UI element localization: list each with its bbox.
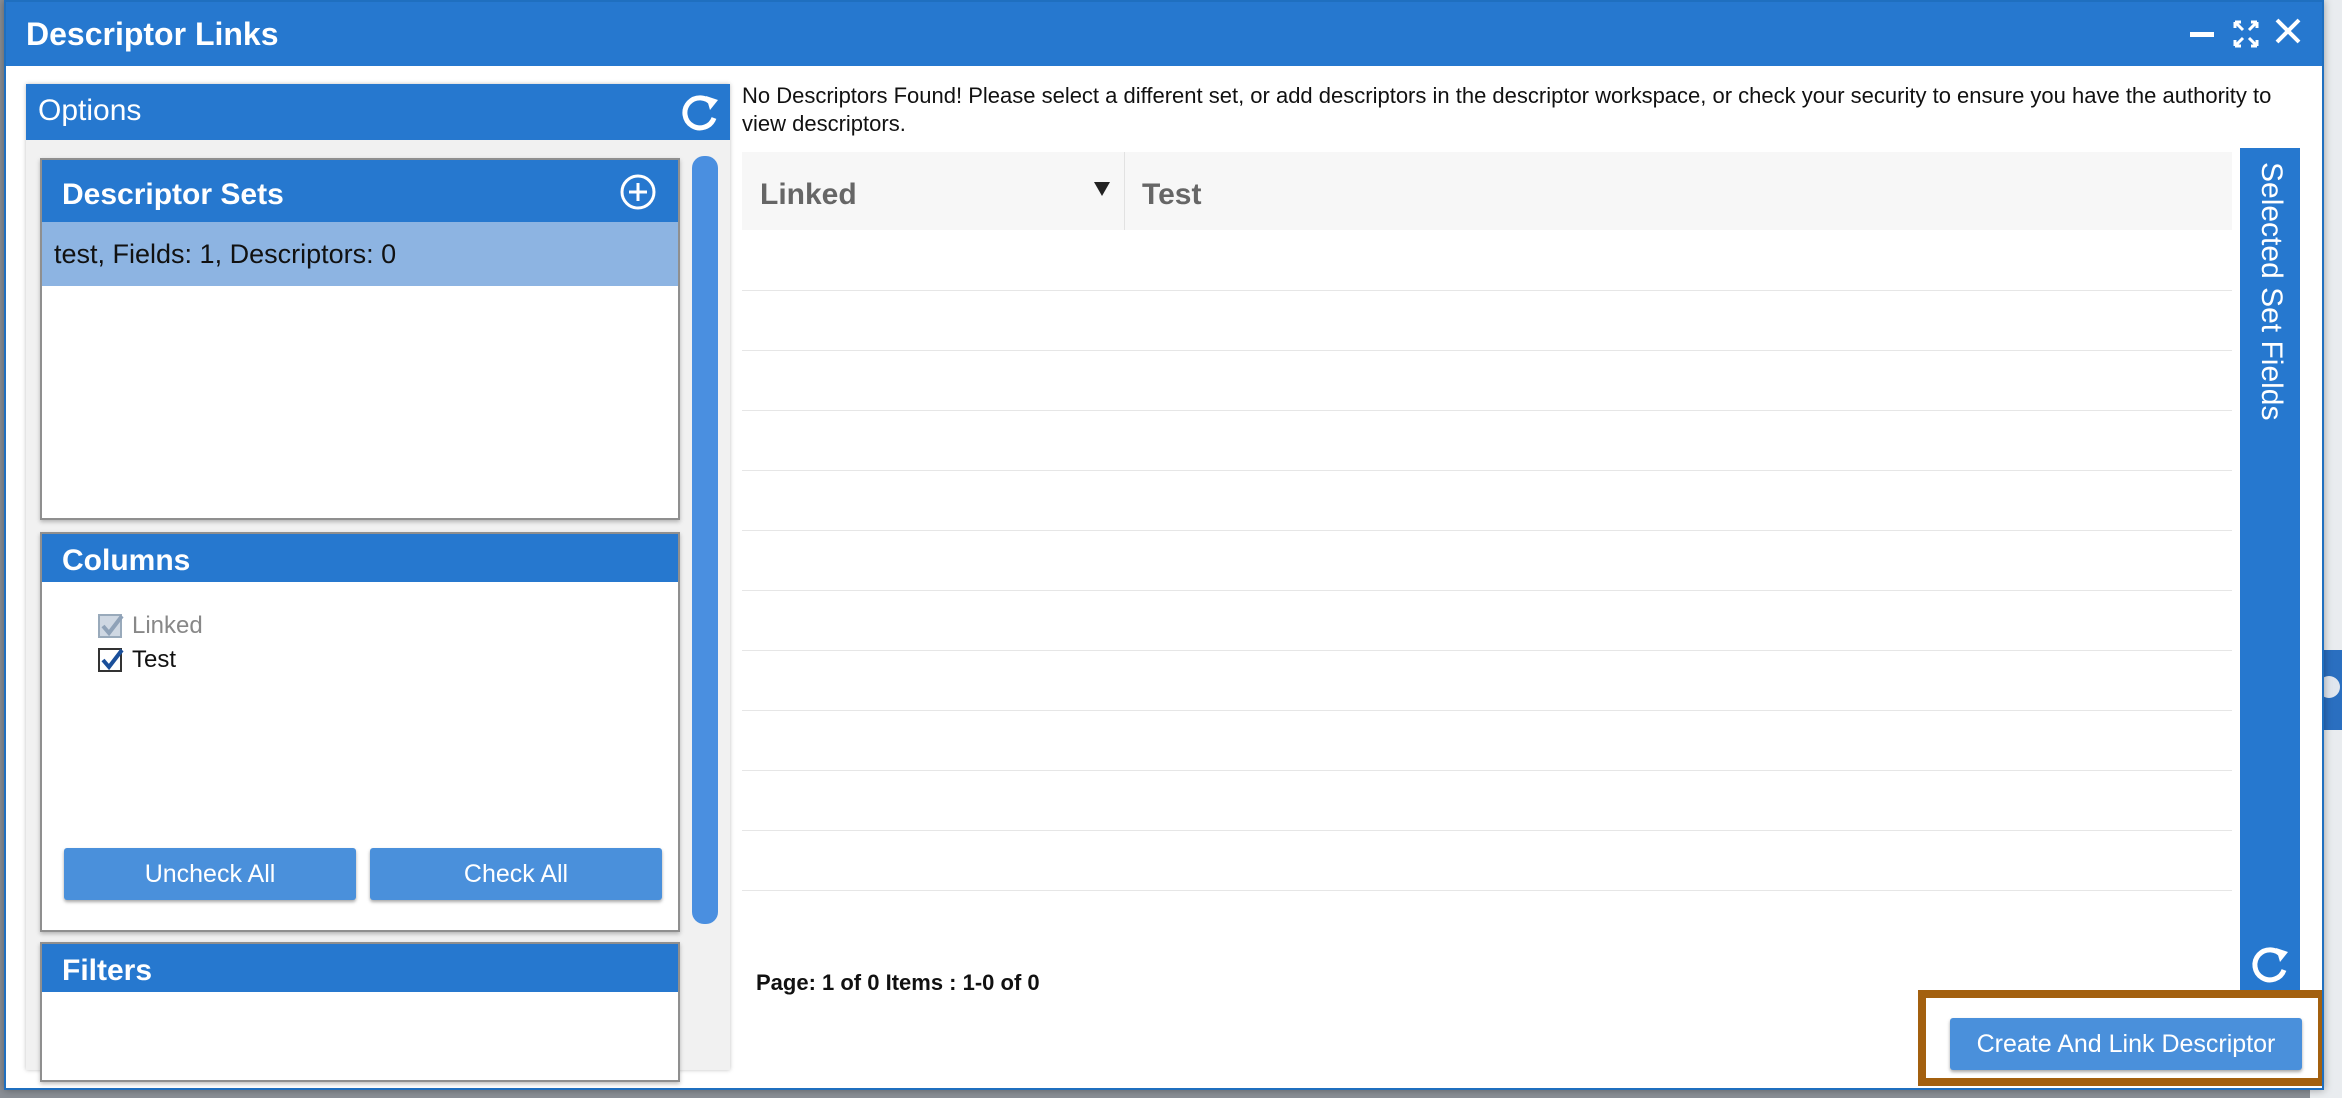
column-test-row: Test bbox=[98, 646, 176, 674]
descriptor-sets-header: Descriptor Sets bbox=[42, 160, 678, 222]
columns-header: Columns bbox=[42, 534, 678, 582]
column-header-test[interactable]: Test bbox=[1124, 152, 2224, 230]
descriptor-grid: Linked Test bbox=[742, 152, 2232, 892]
selected-set-fields-tab[interactable]: Selected Set Fields bbox=[2240, 148, 2300, 992]
options-scrollbar-thumb[interactable] bbox=[692, 156, 718, 924]
grid-row-divider bbox=[742, 770, 2232, 771]
column-header-linked[interactable]: Linked bbox=[742, 152, 1125, 230]
columns-title: Columns bbox=[62, 544, 191, 577]
column-test-checkbox[interactable] bbox=[98, 648, 124, 672]
sort-down-icon[interactable] bbox=[1094, 182, 1110, 196]
column-linked-checkbox bbox=[98, 614, 124, 638]
selected-set-fields-label: Selected Set Fields bbox=[2255, 162, 2288, 421]
grid-row-divider bbox=[742, 290, 2232, 291]
close-icon[interactable] bbox=[2268, 12, 2308, 61]
add-set-icon[interactable] bbox=[618, 172, 658, 212]
column-linked-row: Linked bbox=[98, 612, 203, 640]
maximize-icon[interactable] bbox=[2226, 12, 2266, 61]
grid-row-divider bbox=[742, 710, 2232, 711]
grid-row-divider bbox=[742, 590, 2232, 591]
grid-row-divider bbox=[742, 470, 2232, 471]
refresh-icon[interactable] bbox=[676, 90, 722, 136]
grid-row-divider bbox=[742, 890, 2232, 891]
create-and-link-descriptor-button[interactable]: Create And Link Descriptor bbox=[1950, 1018, 2302, 1070]
minimize-icon[interactable] bbox=[2182, 12, 2222, 61]
grid-row-divider bbox=[742, 350, 2232, 351]
uncheck-all-button[interactable]: Uncheck All bbox=[64, 848, 356, 900]
filters-header: Filters bbox=[42, 944, 678, 992]
grid-header: Linked Test bbox=[742, 152, 2232, 230]
options-header: Options bbox=[26, 84, 730, 140]
filters-panel: Filters bbox=[40, 942, 680, 1082]
grid-row-divider bbox=[742, 830, 2232, 831]
grid-row-divider bbox=[742, 410, 2232, 411]
column-linked-label: Linked bbox=[132, 612, 203, 639]
options-panel: Options Descriptor Sets test, Fields: 1,… bbox=[26, 84, 730, 1082]
grid-row-divider bbox=[742, 530, 2232, 531]
check-all-button[interactable]: Check All bbox=[370, 848, 662, 900]
options-title: Options bbox=[38, 94, 142, 127]
descriptor-links-dialog: Descriptor Links Options Descriptor Sets… bbox=[4, 0, 2324, 1090]
descriptor-set-item[interactable]: test, Fields: 1, Descriptors: 0 bbox=[42, 222, 678, 286]
no-descriptors-notice: No Descriptors Found! Please select a di… bbox=[742, 83, 2272, 136]
columns-panel: Columns Linked Test Uncheck All Check Al… bbox=[40, 532, 680, 932]
grid-row-divider bbox=[742, 650, 2232, 651]
column-test-label: Test bbox=[132, 646, 177, 673]
pager-text: Page: 1 of 0 Items : 1-0 of 0 bbox=[756, 970, 1040, 995]
column-header-linked-label: Linked bbox=[760, 178, 857, 211]
descriptor-sets-panel: Descriptor Sets test, Fields: 1, Descrip… bbox=[40, 158, 680, 520]
dialog-title: Descriptor Links bbox=[26, 16, 279, 52]
dialog-titlebar[interactable]: Descriptor Links bbox=[6, 2, 2322, 66]
filters-title: Filters bbox=[62, 954, 153, 987]
column-header-test-label: Test bbox=[1142, 178, 1202, 211]
descriptor-sets-title: Descriptor Sets bbox=[62, 178, 284, 211]
side-refresh-icon[interactable] bbox=[2246, 942, 2292, 988]
